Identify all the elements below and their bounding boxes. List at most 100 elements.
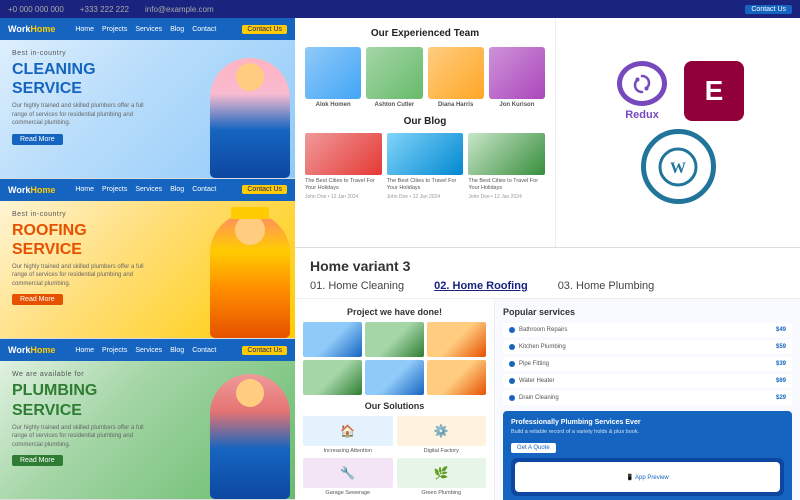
elementor-letter: E bbox=[705, 75, 724, 107]
promo-btn[interactable]: Get A Quote bbox=[511, 443, 556, 453]
team-member-4: Jon Kurison bbox=[489, 47, 545, 108]
cleaning-badge: Best in-country bbox=[12, 50, 150, 57]
solution-4: 🌿 Green Plumbing bbox=[397, 458, 487, 496]
blog-text-2: The Best Cities to Travel For Your Holid… bbox=[387, 178, 464, 192]
rnav-projects[interactable]: Projects bbox=[102, 186, 127, 193]
solution-icon-4: 🌿 bbox=[397, 458, 487, 488]
blog-card-2: The Best Cities to Travel For Your Holid… bbox=[387, 133, 464, 200]
logo-plumbing: WorkHome bbox=[8, 345, 55, 355]
rnav-blog[interactable]: Blog bbox=[170, 186, 184, 193]
team-photo-3 bbox=[428, 47, 484, 99]
roofing-nav-items: Home Projects Services Blog Contact bbox=[75, 186, 216, 193]
project-title: Project we have done! bbox=[303, 307, 486, 317]
team-photo-2 bbox=[366, 47, 422, 99]
service-dot-5 bbox=[509, 395, 515, 401]
roofing-nav: WorkHome Home Projects Services Blog Con… bbox=[0, 179, 295, 201]
logo-roofing: WorkHome bbox=[8, 185, 55, 195]
plumbing-contact-btn[interactable]: Contact Us bbox=[242, 346, 287, 355]
pnav-blog[interactable]: Blog bbox=[170, 347, 184, 354]
pnav-contact[interactable]: Contact bbox=[192, 347, 216, 354]
contact-button[interactable]: Contact Us bbox=[745, 5, 792, 14]
solution-1: 🏠 Increasing Attention bbox=[303, 416, 393, 454]
service-item-4[interactable]: Water Heater $69 bbox=[503, 374, 792, 388]
blog-row: The Best Cities to Travel For Your Holid… bbox=[305, 133, 545, 200]
team-name-4: Jon Kurison bbox=[489, 102, 545, 108]
solution-label-3: Garage Sewerage bbox=[303, 490, 393, 496]
rnav-services[interactable]: Services bbox=[135, 186, 162, 193]
redux-label: Redux bbox=[625, 109, 659, 121]
service-dot-2 bbox=[509, 344, 515, 350]
pnav-projects[interactable]: Projects bbox=[102, 347, 127, 354]
project-img-1 bbox=[303, 322, 362, 357]
nav-home[interactable]: Home bbox=[75, 26, 94, 33]
nav-projects[interactable]: Projects bbox=[102, 26, 127, 33]
redux-svg-icon bbox=[632, 74, 652, 94]
team-photo-1 bbox=[305, 47, 361, 99]
hero-cleaning: WorkHome Home Projects Services Blog Con… bbox=[0, 18, 295, 179]
cleaning-person bbox=[210, 58, 290, 178]
blog-img-3 bbox=[468, 133, 545, 175]
cleaning-btn[interactable]: Read More bbox=[12, 134, 63, 145]
roofing-title: ROOFINGSERVICE bbox=[12, 221, 150, 259]
roofing-btn[interactable]: Read More bbox=[12, 294, 63, 305]
roofing-content: Best in-country ROOFINGSERVICE Our highl… bbox=[0, 201, 162, 317]
project-img-5 bbox=[365, 360, 424, 395]
project-section: Project we have done! Our Solutions 🏠 In… bbox=[295, 299, 495, 500]
variant-option-1[interactable]: 01. Home Cleaning bbox=[310, 280, 404, 292]
phone-2: +333 222 222 bbox=[80, 5, 129, 14]
service-dot-1 bbox=[509, 327, 515, 333]
service-text-1: Bathroom Repairs bbox=[519, 327, 772, 333]
cleaning-title-main: CLEANINGSERVICE bbox=[12, 60, 150, 98]
project-grid bbox=[303, 322, 486, 395]
roofing-contact-btn[interactable]: Contact Us bbox=[242, 185, 287, 194]
cleaning-contact-btn[interactable]: Contact Us bbox=[242, 25, 287, 34]
team-member-1: Alok Homen bbox=[305, 47, 361, 108]
redux-circle bbox=[617, 61, 667, 106]
plumbing-desc: Our highly trained and skilled plumbers … bbox=[12, 424, 150, 449]
plumbing-btn[interactable]: Read More bbox=[12, 455, 63, 466]
email: info@example.com bbox=[145, 5, 214, 14]
service-item-2[interactable]: Kitchen Plumbing $59 bbox=[503, 340, 792, 354]
cleaning-desc: Our highly trained and skilled plumbers … bbox=[12, 102, 150, 127]
project-img-4 bbox=[303, 360, 362, 395]
service-text-5: Drain Cleaning bbox=[519, 395, 772, 401]
pnav-home[interactable]: Home bbox=[75, 347, 94, 354]
service-price-4: $69 bbox=[776, 378, 786, 384]
promo-text: Build a reliable record of a variety hol… bbox=[511, 429, 784, 436]
service-item-5[interactable]: Drain Cleaning $29 bbox=[503, 391, 792, 405]
blog-meta-1: John Doe • 12 Jan 2024 bbox=[305, 194, 382, 200]
hero-roofing: WorkHome Home Projects Services Blog Con… bbox=[0, 179, 295, 340]
variant-options: 01. Home Cleaning 02. Home Roofing 03. H… bbox=[310, 280, 785, 292]
team-name-2: Ashton Cutler bbox=[366, 102, 422, 108]
service-item-3[interactable]: Pipe Fitting $39 bbox=[503, 357, 792, 371]
logo-cleaning: WorkHome bbox=[8, 24, 55, 34]
pnav-services[interactable]: Services bbox=[135, 347, 162, 354]
service-item-1[interactable]: Bathroom Repairs $49 bbox=[503, 323, 792, 337]
solution-icon-1: 🏠 bbox=[303, 416, 393, 446]
rnav-home[interactable]: Home bbox=[75, 186, 94, 193]
bottom-row: Project we have done! Our Solutions 🏠 In… bbox=[295, 299, 800, 500]
service-text-2: Kitchen Plumbing bbox=[519, 344, 772, 350]
rnav-contact[interactable]: Contact bbox=[192, 186, 216, 193]
roofing-person bbox=[210, 213, 290, 338]
variant-option-2[interactable]: 02. Home Roofing bbox=[434, 280, 528, 292]
variant-section: Home variant 3 01. Home Cleaning 02. Hom… bbox=[295, 248, 800, 299]
nav-blog[interactable]: Blog bbox=[170, 26, 184, 33]
solutions-title: Our Solutions bbox=[303, 401, 486, 411]
nav-contact[interactable]: Contact bbox=[192, 26, 216, 33]
tech-top-row: Redux E bbox=[612, 61, 744, 121]
plumbing-title-main: PLUMBINGSERVICE bbox=[12, 381, 150, 419]
svg-text:W: W bbox=[670, 160, 686, 177]
nav-services[interactable]: Services bbox=[135, 26, 162, 33]
tech-section: Redux E W bbox=[555, 18, 800, 247]
blog-meta-2: John Doe • 12 Jan 2024 bbox=[387, 194, 464, 200]
phone-screen-content: 📱 App Preview bbox=[626, 474, 669, 481]
solution-3: 🔧 Garage Sewerage bbox=[303, 458, 393, 496]
roofing-badge: Best in-country bbox=[12, 211, 150, 218]
cleaning-title: CLEANINGSERVICE bbox=[12, 60, 150, 98]
popular-section: Popular services Bathroom Repairs $49 Ki… bbox=[495, 299, 800, 500]
project-img-6 bbox=[427, 360, 486, 395]
service-dot-4 bbox=[509, 378, 515, 384]
service-price-2: $59 bbox=[776, 344, 786, 350]
variant-option-3[interactable]: 03. Home Plumbing bbox=[558, 280, 655, 292]
